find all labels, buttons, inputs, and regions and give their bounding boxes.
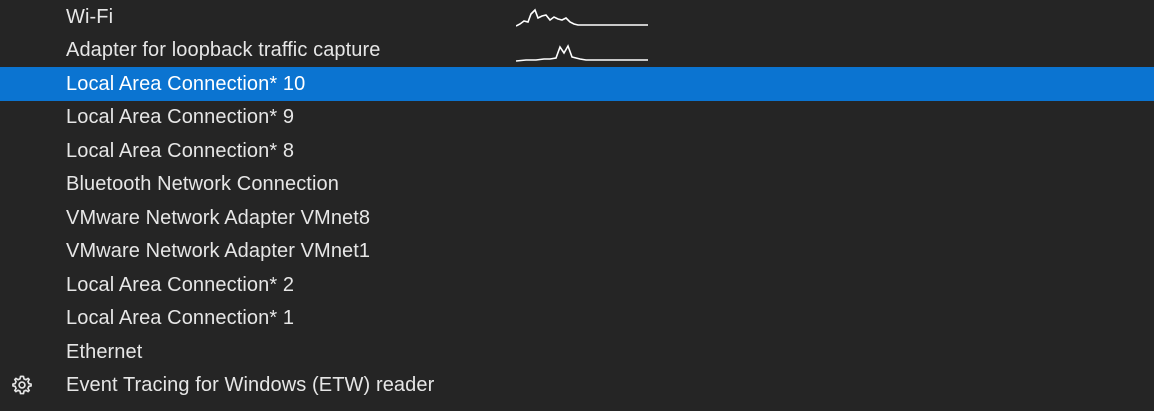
row-icon-slot: [0, 34, 66, 68]
interface-row-lac2[interactable]: Local Area Connection* 2: [0, 268, 1154, 302]
interface-row-lac9[interactable]: Local Area Connection* 9: [0, 101, 1154, 135]
row-icon-slot: [0, 235, 66, 269]
row-icon-slot: [0, 134, 66, 168]
row-icon-slot: [0, 302, 66, 336]
interface-row-ethernet[interactable]: Ethernet: [0, 335, 1154, 369]
gear-icon-glyph: [12, 375, 32, 395]
interface-label: Ethernet: [66, 340, 143, 363]
row-icon-slot: [0, 0, 66, 34]
interface-label: VMware Network Adapter VMnet1: [66, 240, 371, 263]
interface-label: VMware Network Adapter VMnet8: [66, 206, 371, 229]
interface-label: Local Area Connection* 9: [66, 106, 295, 129]
row-icon-slot: [0, 268, 66, 302]
interface-row-etw[interactable]: Event Tracing for Windows (ETW) reader: [0, 369, 1154, 403]
gear-icon[interactable]: [0, 369, 44, 403]
interface-label: Bluetooth Network Connection: [66, 173, 339, 196]
interface-label: Event Tracing for Windows (ETW) reader: [66, 374, 435, 397]
interface-label: Local Area Connection* 1: [66, 307, 295, 330]
interface-label: Adapter for loopback traffic capture: [66, 39, 381, 62]
interface-label: Local Area Connection* 10: [66, 72, 306, 95]
row-icon-slot: [0, 335, 66, 369]
interface-label: Wi-Fi: [66, 5, 114, 28]
interface-row-loopback[interactable]: Adapter for loopback traffic capture: [0, 34, 1154, 68]
row-icon-slot: [0, 201, 66, 235]
interface-label: Local Area Connection* 8: [66, 139, 295, 162]
row-icon-slot: [0, 101, 66, 135]
row-icon-slot: [0, 168, 66, 202]
interface-row-vmnet1[interactable]: VMware Network Adapter VMnet1: [0, 235, 1154, 269]
interface-row-lac8[interactable]: Local Area Connection* 8: [0, 134, 1154, 168]
row-icon-slot: [0, 67, 66, 101]
interface-label: Local Area Connection* 2: [66, 273, 295, 296]
capture-interface-list: Wi-Fi Adapter for loopback traffic captu…: [0, 0, 1154, 411]
interface-row-vmnet8[interactable]: VMware Network Adapter VMnet8: [0, 201, 1154, 235]
traffic-sparkline: [516, 8, 648, 27]
interface-row-lac10[interactable]: Local Area Connection* 10: [0, 67, 1154, 101]
traffic-sparkline: [516, 43, 648, 62]
interface-row-wifi[interactable]: Wi-Fi: [0, 0, 1154, 34]
interface-row-bluetooth[interactable]: Bluetooth Network Connection: [0, 168, 1154, 202]
interface-row-lac1[interactable]: Local Area Connection* 1: [0, 302, 1154, 336]
